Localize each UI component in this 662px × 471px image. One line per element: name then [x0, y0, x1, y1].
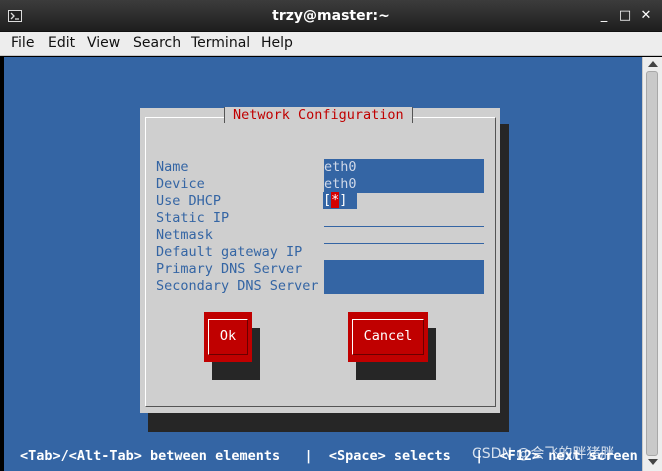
primary-dns-input[interactable]: [324, 260, 484, 277]
field-label-netmask: Netmask: [156, 227, 213, 243]
name-input[interactable]: eth0: [324, 159, 484, 176]
ok-button[interactable]: Ok: [204, 312, 252, 362]
device-input[interactable]: eth0: [324, 176, 484, 193]
checkbox-left-bracket: [: [323, 192, 332, 208]
menu-terminal[interactable]: Terminal: [191, 35, 250, 51]
field-label-secondary-dns: Secondary DNS Server: [156, 278, 319, 294]
menu-bar: File Edit View Search Terminal Help: [0, 32, 662, 56]
field-label-primary-dns: Primary DNS Server: [156, 261, 303, 277]
menu-help[interactable]: Help: [261, 35, 293, 51]
use-dhcp-checkbox[interactable]: [*]: [323, 192, 357, 209]
menu-search[interactable]: Search: [133, 35, 181, 51]
terminal-scrollbar[interactable]: [642, 57, 662, 471]
cancel-button-label: Cancel: [363, 328, 413, 344]
menu-edit[interactable]: Edit: [48, 35, 75, 51]
menu-file[interactable]: File: [11, 35, 34, 51]
cancel-button[interactable]: Cancel: [348, 312, 428, 362]
close-icon[interactable]: ✕: [638, 8, 654, 24]
window-title: trzy@master:~: [272, 8, 390, 24]
field-label-gateway: Default gateway IP: [156, 244, 303, 260]
field-label-device: Device: [156, 176, 205, 192]
secondary-dns-input[interactable]: [324, 277, 484, 294]
dialog-title: Network Configuration: [224, 107, 413, 123]
checkbox-right-bracket: ]: [339, 192, 348, 208]
field-label-name: Name: [156, 159, 189, 175]
scroll-up-icon[interactable]: [648, 61, 658, 67]
scroll-thumb[interactable]: [646, 71, 658, 456]
window-titlebar[interactable]: trzy@master:~ _ □ ✕: [0, 0, 662, 32]
minimize-icon[interactable]: _: [596, 8, 612, 24]
scroll-down-icon[interactable]: [648, 459, 658, 465]
netmask-input[interactable]: [324, 227, 484, 244]
ok-button-label: Ok: [219, 328, 237, 344]
field-label-static-ip: Static IP: [156, 210, 230, 226]
menu-view[interactable]: View: [87, 35, 120, 51]
watermark: CSDN @会飞的胖猪胖: [472, 446, 615, 462]
field-label-use-dhcp: Use DHCP: [156, 193, 222, 209]
static-ip-input[interactable]: [324, 210, 484, 227]
maximize-icon[interactable]: □: [617, 8, 633, 24]
